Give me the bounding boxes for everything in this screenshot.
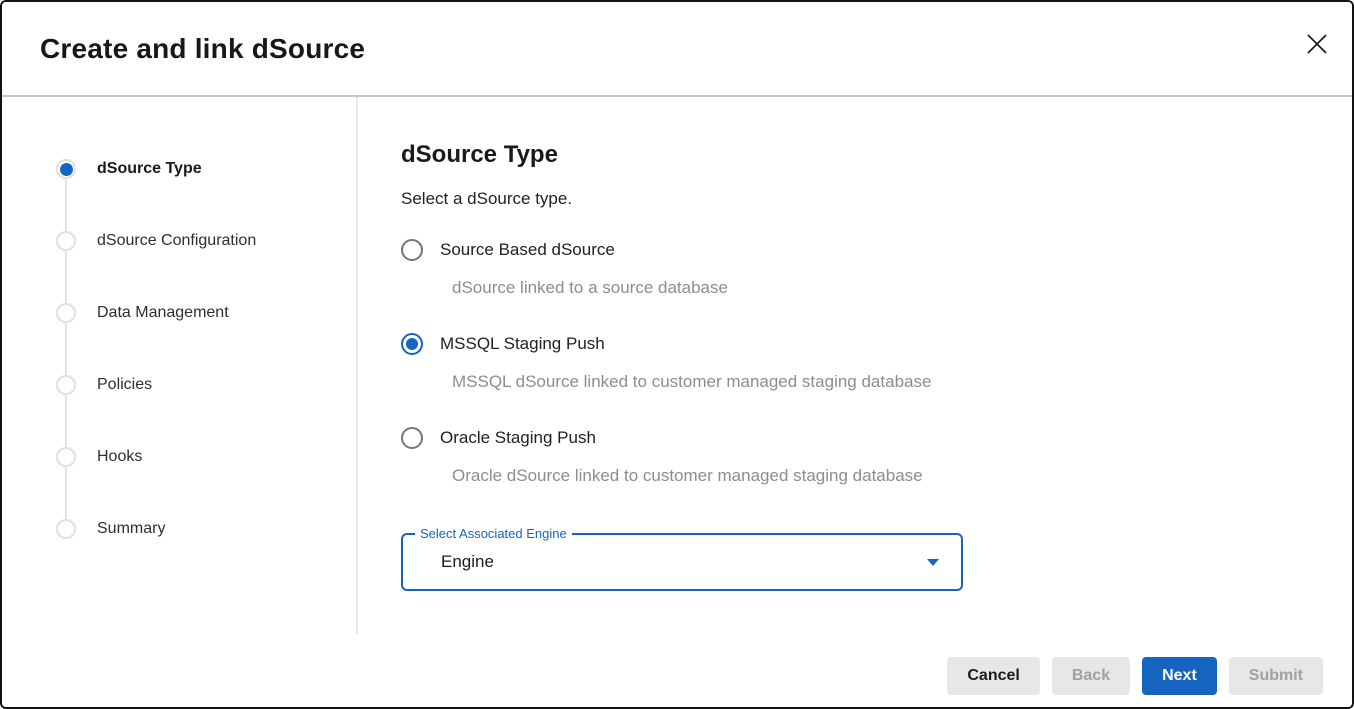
- radio-option-row[interactable]: MSSQL Staging Push: [401, 333, 1312, 355]
- stepper-item-dsource-configuration[interactable]: dSource Configuration: [2, 205, 356, 277]
- create-link-dsource-dialog: Create and link dSource dSource Type dSo…: [0, 0, 1354, 709]
- radio-input[interactable]: [401, 427, 423, 449]
- radio-option-label: Source Based dSource: [440, 240, 615, 260]
- chevron-down-icon: [927, 559, 939, 566]
- radio-option-description: dSource linked to a source database: [452, 276, 1312, 300]
- radio-option-label: Oracle Staging Push: [440, 428, 596, 448]
- dialog-header: Create and link dSource: [2, 2, 1352, 97]
- radio-option-row[interactable]: Oracle Staging Push: [401, 427, 1312, 449]
- associated-engine-select-label: Select Associated Engine: [415, 526, 572, 541]
- next-button[interactable]: Next: [1142, 657, 1217, 695]
- stepper-item-data-management[interactable]: Data Management: [2, 277, 356, 349]
- radio-option-label: MSSQL Staging Push: [440, 334, 605, 354]
- step-label: Hooks: [97, 448, 142, 466]
- dsource-type-panel: dSource Type Select a dSource type. Sour…: [358, 97, 1352, 634]
- step-dot-icon: [56, 303, 76, 323]
- radio-option-description: MSSQL dSource linked to customer managed…: [452, 370, 1312, 394]
- step-label: dSource Configuration: [97, 232, 256, 250]
- radio-option-description: Oracle dSource linked to customer manage…: [452, 464, 1312, 488]
- dialog-body: dSource Type dSource Configuration Data …: [2, 97, 1352, 634]
- step-dot-icon: [56, 231, 76, 251]
- step-dot-icon: [56, 519, 76, 539]
- stepper-item-hooks[interactable]: Hooks: [2, 421, 356, 493]
- step-label: Policies: [97, 376, 152, 394]
- step-label: dSource Type: [97, 160, 202, 178]
- dialog-footer: Cancel Back Next Submit: [2, 634, 1352, 707]
- close-button[interactable]: [1302, 30, 1332, 60]
- stepper-item-dsource-type[interactable]: dSource Type: [2, 133, 356, 205]
- section-heading: dSource Type: [401, 139, 1312, 171]
- associated-engine-select-value: Engine: [441, 552, 494, 572]
- radio-option-source-based-dsource: Source Based dSource dSource linked to a…: [401, 239, 1312, 300]
- step-label: Data Management: [97, 304, 229, 322]
- associated-engine-select[interactable]: Select Associated Engine Engine: [401, 533, 963, 591]
- section-subtitle: Select a dSource type.: [401, 187, 1312, 211]
- step-dot-icon: [56, 447, 76, 467]
- stepper-item-policies[interactable]: Policies: [2, 349, 356, 421]
- step-dot-icon: [56, 159, 76, 179]
- radio-option-row[interactable]: Source Based dSource: [401, 239, 1312, 261]
- dialog-title: Create and link dSource: [40, 33, 365, 65]
- cancel-button[interactable]: Cancel: [947, 657, 1039, 695]
- stepper-item-summary[interactable]: Summary: [2, 493, 356, 565]
- radio-input[interactable]: [401, 239, 423, 261]
- radio-option-oracle-staging-push: Oracle Staging Push Oracle dSource linke…: [401, 427, 1312, 488]
- close-icon: [1305, 32, 1329, 59]
- stepper: dSource Type dSource Configuration Data …: [2, 97, 358, 634]
- radio-input[interactable]: [401, 333, 423, 355]
- step-label: Summary: [97, 520, 165, 538]
- back-button[interactable]: Back: [1052, 657, 1130, 695]
- step-dot-icon: [56, 375, 76, 395]
- submit-button[interactable]: Submit: [1229, 657, 1323, 695]
- radio-option-mssql-staging-push: MSSQL Staging Push MSSQL dSource linked …: [401, 333, 1312, 394]
